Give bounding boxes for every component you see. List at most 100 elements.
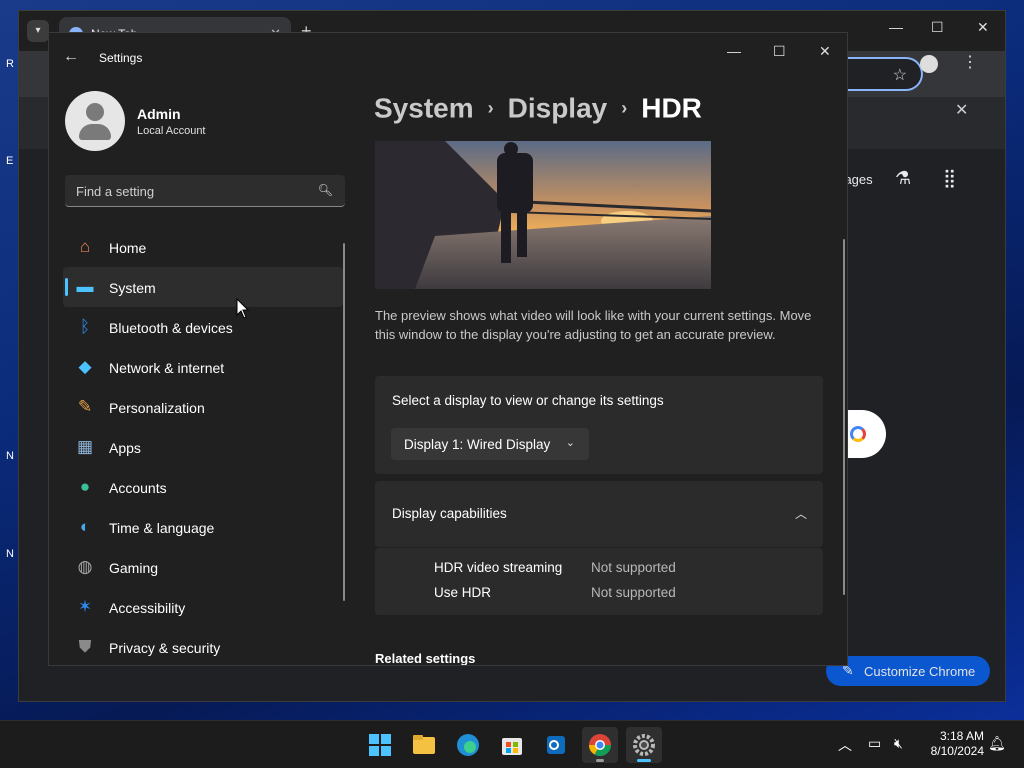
chrome-minimize-button[interactable]: — [889,19,903,35]
gamepad-icon: ◍ [77,557,93,576]
chevron-up-icon: ︿ [794,507,807,521]
related-settings-heading: Related settings [375,651,476,666]
edge-button[interactable] [450,727,486,763]
avatar-body [79,124,111,140]
apps-icon: ▦ [76,437,94,456]
close-button[interactable]: ✕ [819,43,831,60]
windows-logo-icon [369,734,391,756]
settings-button[interactable] [626,727,662,763]
sidebar-item-accessibility[interactable]: ✶ Accessibility [63,587,343,627]
sidebar-item-label: Time & language [109,520,215,536]
chrome-button[interactable] [582,727,618,763]
network-icon[interactable]: ▭ [868,735,881,752]
accessibility-icon: ✶ [77,597,93,616]
preview-image [375,141,711,289]
running-indicator [596,759,604,762]
brush-icon: ✎ [77,397,93,416]
store-button[interactable] [494,727,530,763]
breadcrumb: System › Display › HDR [374,91,702,125]
shield-icon: ⛊ [78,637,92,656]
chrome-close-button[interactable]: ✕ [977,19,989,36]
minimize-button[interactable]: — [727,43,741,59]
infobar-close-icon[interactable]: ✕ [955,100,968,120]
edge-icon [457,734,479,756]
taskbar: ︿ ▭ 🔇︎ 3:18 AM 8/10/2024 🔔︎ [0,720,1024,768]
profile-icon[interactable] [920,55,938,73]
start-button[interactable] [362,727,398,763]
google-apps-icon[interactable]: ⣿ [943,168,956,189]
sidebar-item-label: Bluetooth & devices [109,320,233,336]
breadcrumb-system[interactable]: System [374,93,474,124]
content-scrollbar[interactable] [843,239,845,595]
chrome-menu-icon[interactable]: ⋮ [962,52,978,72]
wifi-icon: ◆ [78,357,92,376]
sidebar-item-gaming[interactable]: ◍ Gaming [63,547,343,587]
gear-icon [633,734,655,756]
chevron-right-icon: › [621,98,628,119]
sidebar-item-personalization[interactable]: ✎ Personalization [63,387,343,427]
sidebar-scrollbar[interactable] [343,243,345,601]
sidebar-item-accounts[interactable]: ● Accounts [63,467,343,507]
chevron-down-icon: ⌄ [565,437,575,449]
store-icon [502,738,522,755]
settings-window: ← Settings — ☐ ✕ Admin Local Account Fin… [48,32,848,666]
display-capabilities-title: Display capabilities [392,506,507,521]
chevron-right-icon: › [487,98,494,119]
capability-label: Use HDR [434,585,492,600]
volume-muted-icon[interactable]: 🔇︎ [894,735,903,752]
customize-chrome-button[interactable]: ✎ Customize Chrome [826,656,990,686]
notification-bell-icon[interactable]: 🔔︎ [988,735,1006,752]
globe-clock-icon: ◐ [79,517,91,536]
sidebar-item-label: Network & internet [109,360,225,376]
system-icon: ▬ [76,277,94,296]
sidebar-item-label: System [109,280,156,296]
sidebar-item-time-language[interactable]: ◐ Time & language [63,507,343,547]
sidebar-item-label: Apps [109,440,141,456]
display-dropdown[interactable]: Display 1: Wired Display ⌄ [391,428,589,460]
tab-search-button[interactable]: ▾ [27,20,49,42]
display-capabilities-header[interactable]: Display capabilities ︿ [375,481,823,547]
home-icon: ⌂ [79,237,91,256]
sidebar-item-home[interactable]: ⌂ Home [63,227,343,267]
chrome-maximize-button[interactable]: ☐ [931,19,944,36]
display-capabilities-body: HDR video streaming Not supported Use HD… [375,548,823,615]
sidebar-item-label: Personalization [109,400,205,416]
system-clock[interactable]: 3:18 AM 8/10/2024 [920,729,984,759]
sidebar-item-network[interactable]: ◆ Network & internet [63,347,343,387]
avatar-head [86,103,104,121]
capability-value: Not supported [591,560,676,575]
file-explorer-button[interactable] [406,727,442,763]
folder-icon [413,735,435,754]
clock-date: 8/10/2024 [930,744,984,758]
hdr-preview-video[interactable] [375,141,711,289]
back-arrow-icon[interactable]: ← [63,48,79,66]
breadcrumb-display[interactable]: Display [508,93,608,124]
display-select-card: Select a display to view or change its s… [375,376,823,474]
lens-icon [850,426,866,442]
sidebar-item-label: Home [109,240,147,256]
chevron-up-icon[interactable]: ︿ [838,735,852,755]
customize-chrome-label: Customize Chrome [864,664,976,679]
maximize-button[interactable]: ☐ [773,43,786,60]
page-title: HDR [641,92,702,124]
avatar[interactable] [65,91,125,151]
capability-value: Not supported [591,585,676,600]
search-input[interactable]: Find a setting 🔍︎ [65,175,345,207]
bookmark-star-icon[interactable]: ☆ [893,65,907,85]
capability-label: HDR video streaming [434,560,563,575]
sidebar-item-label: Gaming [109,560,159,576]
sidebar-item-apps[interactable]: ▦ Apps [63,427,343,467]
outlook-button[interactable] [538,727,574,763]
sidebar-item-system[interactable]: ▬ System [63,267,343,307]
user-name: Admin [137,106,181,122]
outlook-icon [547,736,565,754]
active-indicator [637,759,651,762]
sidebar-item-label: Accessibility [109,600,186,616]
preview-description: The preview shows what video will look l… [375,308,812,342]
display-select-title: Select a display to view or change its s… [392,393,664,408]
sidebar-item-privacy[interactable]: ⛊ Privacy & security [63,627,343,665]
labs-flask-icon[interactable]: ⚗ [895,168,911,189]
mouse-cursor-icon [236,298,250,319]
settings-titlebar: ← Settings — ☐ ✕ [49,33,847,81]
sidebar-item-bluetooth[interactable]: ᛒ Bluetooth & devices [63,307,343,347]
